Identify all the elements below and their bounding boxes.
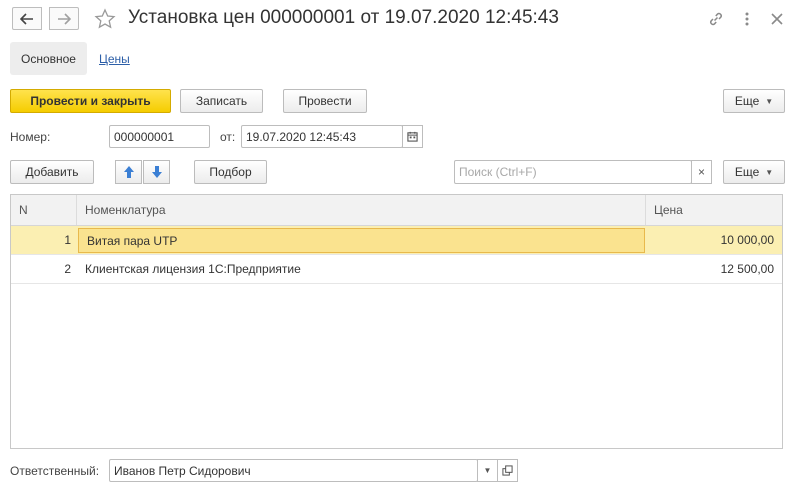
select-button[interactable]: Подбор	[194, 160, 267, 184]
responsible-label: Ответственный:	[10, 464, 100, 478]
column-header-item[interactable]: Номенклатура	[77, 195, 646, 225]
item-cell[interactable]: Клиентская лицензия 1С:Предприятие	[77, 255, 646, 283]
tab-prices[interactable]: Цены	[99, 52, 130, 66]
dropdown-arrow-icon: ▼	[765, 167, 774, 177]
forward-arrow-icon	[58, 12, 71, 25]
post-and-close-button[interactable]: Провести и закрыть	[10, 89, 171, 113]
post-button[interactable]: Провести	[283, 89, 367, 113]
arrow-up-icon	[123, 166, 134, 178]
more-button[interactable]: Еще ▼	[723, 89, 785, 113]
title-bar: Установка цен 000000001 от 19.07.2020 12…	[0, 0, 801, 38]
responsible-open-button[interactable]	[497, 459, 518, 482]
add-row-button[interactable]: Добавить	[10, 160, 94, 184]
calendar-icon	[407, 131, 418, 142]
table-header: N Номенклатура Цена	[11, 195, 782, 226]
clear-search-button[interactable]: ×	[691, 160, 712, 184]
responsible-field[interactable]: Иванов Петр Сидорович	[109, 459, 478, 482]
move-down-button[interactable]	[143, 160, 170, 184]
clear-icon: ×	[697, 165, 705, 179]
back-button[interactable]	[12, 7, 42, 30]
table-row[interactable]: 2 Клиентская лицензия 1С:Предприятие 12 …	[11, 255, 782, 284]
dropdown-arrow-icon: ▼	[483, 466, 492, 475]
prices-table: N Номенклатура Цена 1 Витая пара UTP 10 …	[10, 194, 783, 449]
date-field[interactable]: 19.07.2020 12:45:43	[241, 125, 403, 148]
price-cell[interactable]: 10 000,00	[646, 226, 782, 254]
table-more-label: Еще	[734, 165, 760, 179]
page-title: Установка цен 000000001 от 19.07.2020 12…	[128, 7, 559, 28]
number-label: Номер:	[10, 130, 51, 144]
column-header-n[interactable]: N	[11, 195, 77, 225]
link-icon[interactable]	[707, 10, 725, 28]
move-up-button[interactable]	[115, 160, 142, 184]
row-number: 1	[64, 233, 71, 247]
table-more-button[interactable]: Еще ▼	[723, 160, 785, 184]
open-icon	[502, 465, 513, 476]
table-row[interactable]: 1 Витая пара UTP 10 000,00	[11, 226, 782, 255]
responsible-dropdown-button[interactable]: ▼	[477, 459, 498, 482]
search-input[interactable]: Поиск (Ctrl+F)	[454, 160, 692, 184]
back-arrow-icon	[20, 12, 33, 25]
item-cell[interactable]: Витая пара UTP	[78, 228, 645, 253]
row-number: 2	[64, 262, 71, 276]
close-icon[interactable]	[768, 10, 786, 28]
forward-button[interactable]	[49, 7, 79, 30]
column-header-price[interactable]: Цена	[646, 195, 782, 225]
star-icon[interactable]	[94, 8, 116, 30]
arrow-down-icon	[151, 166, 162, 178]
more-label: Еще	[734, 94, 760, 108]
tab-main[interactable]: Основное	[10, 42, 87, 75]
price-cell[interactable]: 12 500,00	[646, 255, 782, 283]
number-field[interactable]: 000000001	[109, 125, 210, 148]
dropdown-arrow-icon: ▼	[765, 96, 774, 106]
calendar-button[interactable]	[402, 125, 423, 148]
more-vertical-icon[interactable]	[738, 10, 756, 28]
date-label: от:	[220, 130, 236, 144]
save-button[interactable]: Записать	[180, 89, 263, 113]
